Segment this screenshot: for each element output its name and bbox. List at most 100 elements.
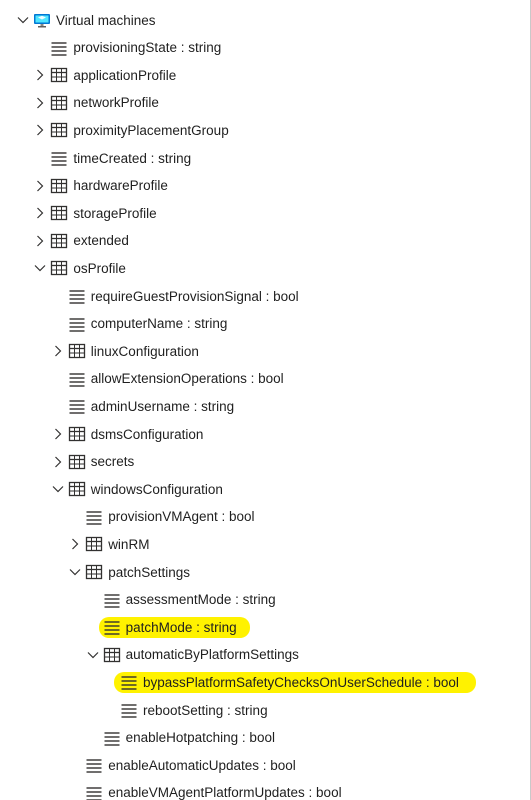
tree-node-label: allowExtensionOperations : bool [90,371,284,387]
tree-root-virtual-machines[interactable]: Virtual machines [16,8,159,32]
tree-node-label: provisionVMAgent : bool [108,509,255,525]
table-icon [103,646,121,664]
tree-node-automaticbyplatformsettings[interactable]: automaticByPlatformSettings [86,643,302,667]
tree-node-label: storageProfile [73,205,157,221]
tree-node-label: enableHotpatching : bool [125,730,275,746]
tree-node-label: linuxConfiguration [90,343,199,359]
tree-node-label: rebootSetting : string [143,702,268,718]
chevron-down-icon[interactable] [33,261,47,275]
tree-node-label: timeCreated : string [73,150,192,166]
chevron-right-icon[interactable] [33,179,47,193]
chevron-right-icon[interactable] [33,206,47,220]
tree-field-enablevmagentplatformupdates[interactable]: enableVMAgentPlatformUpdates : bool [68,781,344,800]
tree-field-enableautomaticupdates[interactable]: enableAutomaticUpdates : bool [68,753,299,777]
table-icon [50,232,68,250]
tree-field-patchmode[interactable]: patchMode : string [86,615,250,639]
table-icon [68,453,86,471]
tree-node-label: enableVMAgentPlatformUpdates : bool [108,785,342,800]
tree-node-networkprofile[interactable]: networkProfile [33,91,162,115]
tree-field-computername[interactable]: computerName : string [51,312,231,336]
tree-node-proximityplacementgroup[interactable]: proximityPlacementGroup [33,118,231,142]
tree-node-label: dsmsConfiguration [90,426,204,442]
field-lines-icon [85,756,103,774]
tree-node-applicationprofile[interactable]: applicationProfile [33,63,179,87]
chevron-down-icon[interactable] [68,565,82,579]
chevron-right-icon[interactable] [33,123,47,137]
table-icon [50,66,68,84]
tree-node-label: assessmentMode : string [125,592,276,608]
tree-field-adminusername[interactable]: adminUsername : string [51,394,237,418]
tree-node-label: Virtual machines [56,12,156,28]
tree-node-label: computerName : string [90,316,228,332]
tree-node-label: provisioningState : string [73,40,222,56]
chevron-down-icon[interactable] [16,13,30,27]
tree-node-dsmsconfiguration[interactable]: dsmsConfiguration [51,422,207,446]
table-icon [68,480,86,498]
field-lines-icon [120,701,138,719]
tree-node-linuxconfiguration[interactable]: linuxConfiguration [51,339,202,363]
tree-node-label: windowsConfiguration [90,481,223,497]
chevron-right-icon[interactable] [33,68,47,82]
table-icon [85,535,103,553]
field-lines-icon [50,149,68,167]
tree-field-assessmentmode[interactable]: assessmentMode : string [86,588,279,612]
tree-field-enablehotpatching[interactable]: enableHotpatching : bool [86,726,278,750]
tree-node-patchsettings[interactable]: patchSettings [68,560,193,584]
field-lines-icon [85,784,103,800]
table-icon [50,121,68,139]
tree-node-label: requireGuestProvisionSignal : bool [90,288,299,304]
tree-node-osprofile[interactable]: osProfile [33,256,129,280]
tree-field-allowextensionoperations[interactable]: allowExtensionOperations : bool [51,367,287,391]
virtual-machine-icon [33,11,51,29]
tree-node-label: bypassPlatformSafetyChecksOnUserSchedule… [114,671,476,693]
table-icon [50,177,68,195]
chevron-right-icon[interactable] [51,344,65,358]
highlighter-mark [98,616,250,638]
table-icon [50,259,68,277]
tree-node-winrm[interactable]: winRM [68,532,152,556]
tree-node-secrets[interactable]: secrets [51,450,138,474]
chevron-right-icon[interactable] [68,537,82,551]
field-lines-icon [85,508,103,526]
field-lines-icon [68,315,86,333]
tree-field-requireguestprovisionsignal[interactable]: requireGuestProvisionSignal : bool [51,284,302,308]
tree-node-label: enableAutomaticUpdates : bool [108,757,296,773]
chevron-right-icon[interactable] [51,455,65,469]
table-icon [68,342,86,360]
field-lines-icon [120,673,138,691]
tree-node-label: extended [73,233,129,249]
field-lines-icon [68,397,86,415]
field-lines-icon [103,591,121,609]
chevron-right-icon[interactable] [51,427,65,441]
field-lines-icon [68,287,86,305]
tree-node-storageprofile[interactable]: storageProfile [33,201,159,225]
tree-node-windowsconfiguration[interactable]: windowsConfiguration [51,477,226,501]
chevron-down-icon[interactable] [51,482,65,496]
tree-node-label: applicationProfile [73,67,177,83]
table-icon [50,94,68,112]
tree-field-rebootsetting[interactable]: rebootSetting : string [103,698,271,722]
tree-node-label: automaticByPlatformSettings [125,647,299,663]
field-lines-icon [103,729,121,747]
tree-node-label: winRM [108,536,150,552]
chevron-down-icon[interactable] [86,648,100,662]
tree-node-label: networkProfile [73,95,159,111]
tree-node-label: secrets [90,454,135,470]
chevron-right-icon[interactable] [33,96,47,110]
table-icon [68,425,86,443]
tree-node-hardwareprofile[interactable]: hardwareProfile [33,174,171,198]
tree-field-bypassplatformsafetychecksonuserschedule[interactable]: bypassPlatformSafetyChecksOnUserSchedule… [103,670,476,694]
tree-node-label: patchSettings [108,564,190,580]
field-lines-icon [68,370,86,388]
tree-node-extended[interactable]: extended [33,229,132,253]
schema-tree: Virtual machines provisioningState : stri… [0,0,531,800]
table-icon [85,563,103,581]
chevron-right-icon[interactable] [33,234,47,248]
tree-node-label: patchMode : string [98,616,250,638]
field-lines-icon [103,618,121,636]
tree-node-label: proximityPlacementGroup [73,122,229,138]
tree-node-label: adminUsername : string [90,398,235,414]
tree-field-timecreated[interactable]: timeCreated : string [33,146,194,170]
tree-field-provisioningstate[interactable]: provisioningState : string [33,36,224,60]
tree-field-provisionvmagent[interactable]: provisionVMAgent : bool [68,505,257,529]
